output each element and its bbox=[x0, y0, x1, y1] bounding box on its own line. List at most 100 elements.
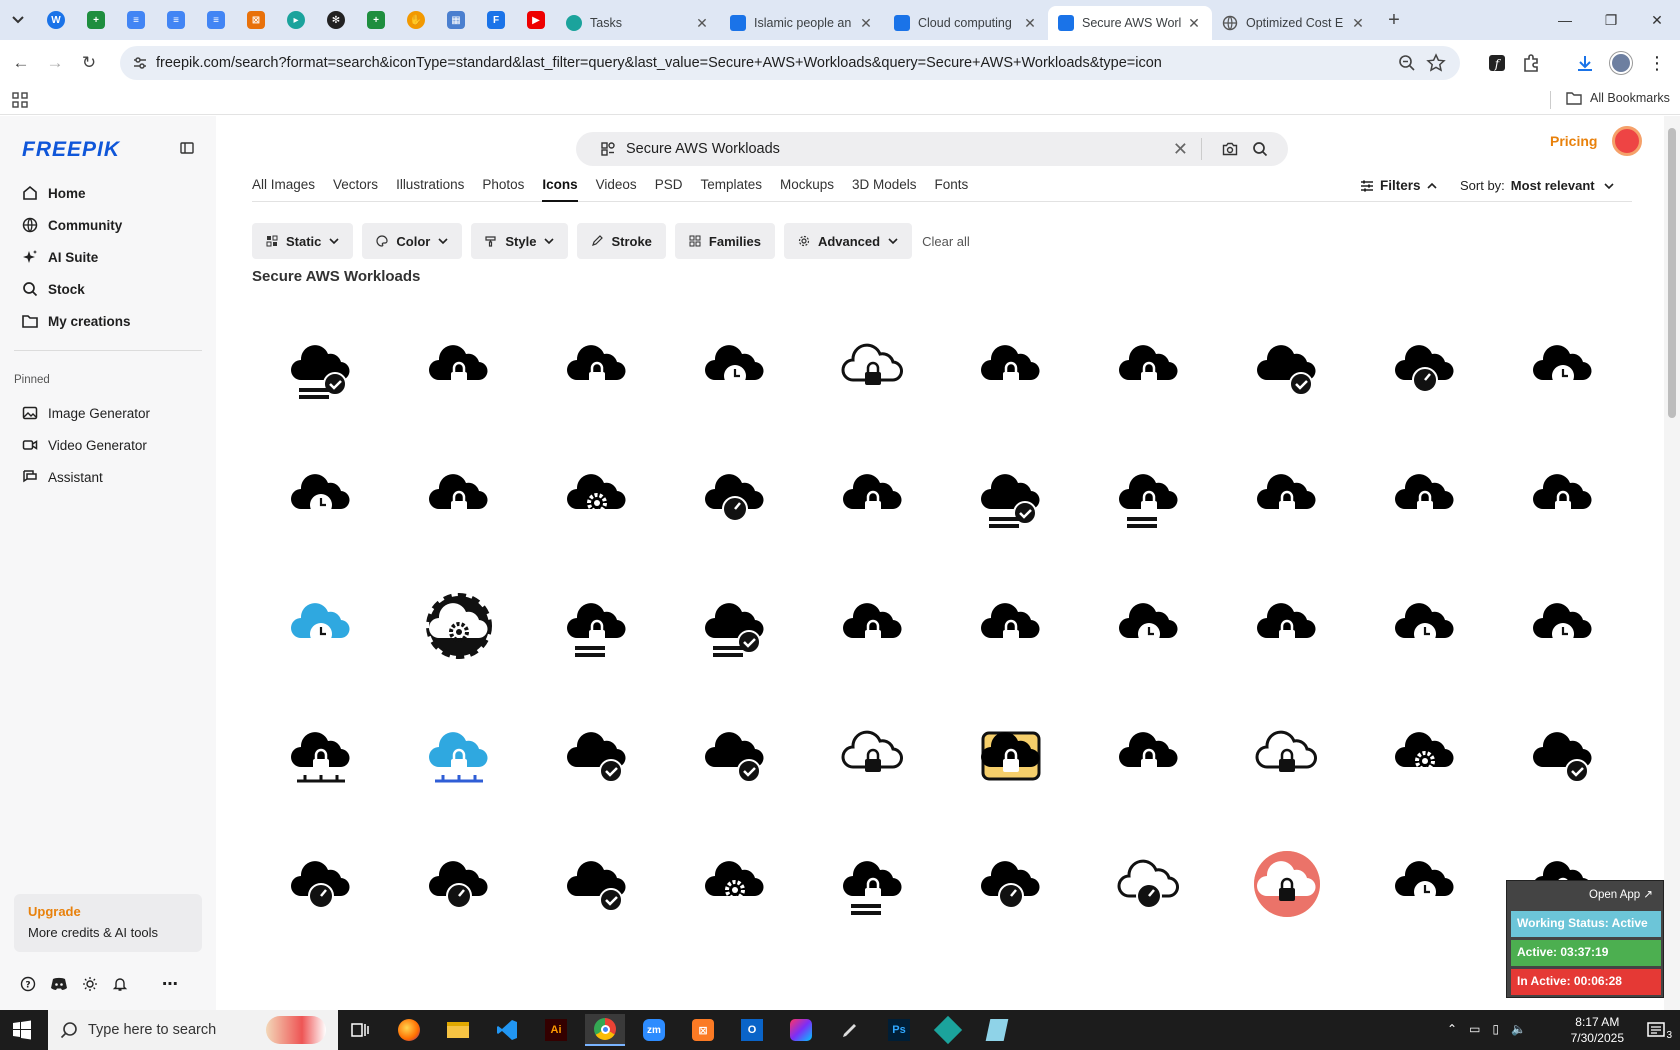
icon-result[interactable] bbox=[804, 304, 942, 432]
icon-result[interactable] bbox=[1494, 562, 1632, 690]
forward-button[interactable]: → bbox=[38, 46, 72, 80]
chip-color[interactable]: Color bbox=[362, 223, 463, 259]
tab-templates[interactable]: Templates bbox=[700, 172, 762, 202]
creative-cloud-icon[interactable] bbox=[781, 1014, 821, 1046]
tab-videos[interactable]: Videos bbox=[596, 172, 637, 202]
search-icon[interactable] bbox=[1252, 141, 1268, 157]
close-icon[interactable]: ✕ bbox=[858, 15, 874, 32]
icon-result[interactable] bbox=[252, 691, 390, 819]
icon-result[interactable] bbox=[528, 691, 666, 819]
tab-illustrations[interactable]: Illustrations bbox=[396, 172, 464, 202]
icon-result[interactable] bbox=[390, 820, 528, 948]
close-icon[interactable]: ✕ bbox=[1186, 15, 1202, 32]
icon-result[interactable] bbox=[1356, 562, 1494, 690]
puzzle-icon[interactable] bbox=[1516, 48, 1546, 78]
taskbar-search[interactable]: Type here to search bbox=[48, 1010, 338, 1050]
icon-result[interactable] bbox=[528, 820, 666, 948]
close-window-button[interactable]: ✕ bbox=[1634, 0, 1680, 40]
icon-result[interactable] bbox=[390, 562, 528, 690]
network-icon[interactable]: ▯ bbox=[1492, 1022, 1499, 1036]
apps-grid-icon[interactable] bbox=[12, 91, 28, 108]
tab-icons[interactable]: Icons bbox=[542, 172, 578, 202]
tab-3d-models[interactable]: 3D Models bbox=[852, 172, 917, 202]
xampp-icon[interactable]: ⊠ bbox=[683, 1014, 723, 1046]
maximize-button[interactable]: ❐ bbox=[1588, 0, 1634, 40]
scrollbar-thumb[interactable] bbox=[1668, 128, 1676, 418]
icon-result[interactable] bbox=[666, 304, 804, 432]
icon-result[interactable] bbox=[1080, 562, 1218, 690]
sidebar-item-stock[interactable]: Stock bbox=[14, 274, 204, 304]
sidebar-item-my-creations[interactable]: My creations bbox=[14, 306, 204, 336]
search-input[interactable]: Secure AWS Workloads bbox=[626, 141, 780, 157]
icon-result[interactable] bbox=[1080, 304, 1218, 432]
site-info-icon[interactable] bbox=[132, 55, 148, 71]
discord-icon[interactable] bbox=[50, 977, 68, 991]
icon-result[interactable] bbox=[1356, 433, 1494, 561]
icon-result[interactable] bbox=[1494, 691, 1632, 819]
bell-icon[interactable] bbox=[112, 976, 128, 992]
notifications-icon[interactable]: 3 bbox=[1646, 1020, 1672, 1041]
pinned-tab[interactable]: ≡ bbox=[156, 0, 196, 40]
new-tab-button[interactable]: + bbox=[1376, 9, 1412, 32]
freepik-logo[interactable]: FREEPIK bbox=[22, 138, 120, 162]
tab-all-images[interactable]: All Images bbox=[252, 172, 315, 202]
notepad-icon[interactable] bbox=[977, 1014, 1017, 1046]
icon-result[interactable] bbox=[1494, 304, 1632, 432]
pinned-tab[interactable]: ✻ bbox=[316, 0, 356, 40]
browser-menu-icon[interactable]: ⋮ bbox=[1642, 48, 1672, 78]
clear-search-icon[interactable]: ✕ bbox=[1173, 139, 1188, 160]
pinned-tab[interactable]: ▶ bbox=[516, 0, 556, 40]
icon-result[interactable] bbox=[942, 691, 1080, 819]
pinned-tab[interactable]: W bbox=[36, 0, 76, 40]
taskbar-clock[interactable]: 8:17 AM 7/30/2025 bbox=[1571, 1014, 1624, 1046]
browser-tab[interactable]: Cloud computing ✕ bbox=[884, 6, 1048, 40]
more-options-icon[interactable]: ⋯ bbox=[162, 974, 178, 994]
close-icon[interactable]: ✕ bbox=[694, 15, 710, 32]
icon-result[interactable] bbox=[528, 304, 666, 432]
search-type-icon[interactable] bbox=[600, 141, 616, 157]
close-icon[interactable]: ✕ bbox=[1022, 15, 1038, 32]
illustrator-icon[interactable]: Ai bbox=[536, 1014, 576, 1046]
chip-advanced[interactable]: Advanced bbox=[783, 223, 913, 259]
pen-tool-icon[interactable] bbox=[830, 1014, 870, 1046]
browser-tab[interactable]: Tasks ✕ bbox=[556, 6, 720, 40]
tab-search-button[interactable] bbox=[0, 0, 36, 40]
extension-icon[interactable]: f bbox=[1482, 48, 1512, 78]
close-icon[interactable]: ✕ bbox=[1350, 15, 1366, 32]
sidebar-toggle-icon[interactable] bbox=[180, 142, 194, 154]
tray-chevron-icon[interactable]: ⌃ bbox=[1447, 1022, 1457, 1036]
icon-result[interactable] bbox=[1080, 433, 1218, 561]
icon-result[interactable] bbox=[390, 433, 528, 561]
icon-result[interactable] bbox=[942, 820, 1080, 948]
icon-result[interactable] bbox=[666, 691, 804, 819]
tab-fonts[interactable]: Fonts bbox=[935, 172, 969, 202]
task-view-icon[interactable] bbox=[340, 1014, 380, 1046]
icon-result[interactable] bbox=[666, 562, 804, 690]
icon-result[interactable] bbox=[528, 562, 666, 690]
icon-result[interactable] bbox=[1356, 304, 1494, 432]
icon-result[interactable] bbox=[1356, 691, 1494, 819]
icon-result[interactable] bbox=[1218, 433, 1356, 561]
theme-sun-icon[interactable] bbox=[82, 976, 98, 992]
icon-result[interactable] bbox=[252, 820, 390, 948]
sidebar-item-ai-suite[interactable]: AI Suite bbox=[14, 242, 204, 272]
download-icon[interactable] bbox=[1570, 48, 1600, 78]
icon-result[interactable] bbox=[1218, 820, 1356, 948]
tab-psd[interactable]: PSD bbox=[655, 172, 683, 202]
icon-result[interactable] bbox=[1218, 304, 1356, 432]
all-bookmarks[interactable]: All Bookmarks bbox=[1566, 91, 1670, 105]
pinned-tab[interactable]: ≡ bbox=[116, 0, 156, 40]
pinned-tab[interactable]: ▦ bbox=[436, 0, 476, 40]
icon-result[interactable] bbox=[252, 562, 390, 690]
pinned-tab[interactable]: + bbox=[76, 0, 116, 40]
browser-tab-active[interactable]: Secure AWS Worl ✕ bbox=[1048, 6, 1212, 40]
user-avatar[interactable] bbox=[1612, 126, 1642, 156]
tab-photos[interactable]: Photos bbox=[482, 172, 524, 202]
camera-icon[interactable] bbox=[1222, 141, 1238, 157]
open-app-link[interactable]: Open App ↗ bbox=[1589, 887, 1653, 901]
search-bar[interactable]: Secure AWS Workloads ✕ bbox=[576, 132, 1288, 166]
reload-button[interactable]: ↻ bbox=[72, 46, 106, 80]
tab-mockups[interactable]: Mockups bbox=[780, 172, 834, 202]
chip-style[interactable]: Style bbox=[471, 223, 569, 259]
pinned-tab[interactable]: ✋ bbox=[396, 0, 436, 40]
